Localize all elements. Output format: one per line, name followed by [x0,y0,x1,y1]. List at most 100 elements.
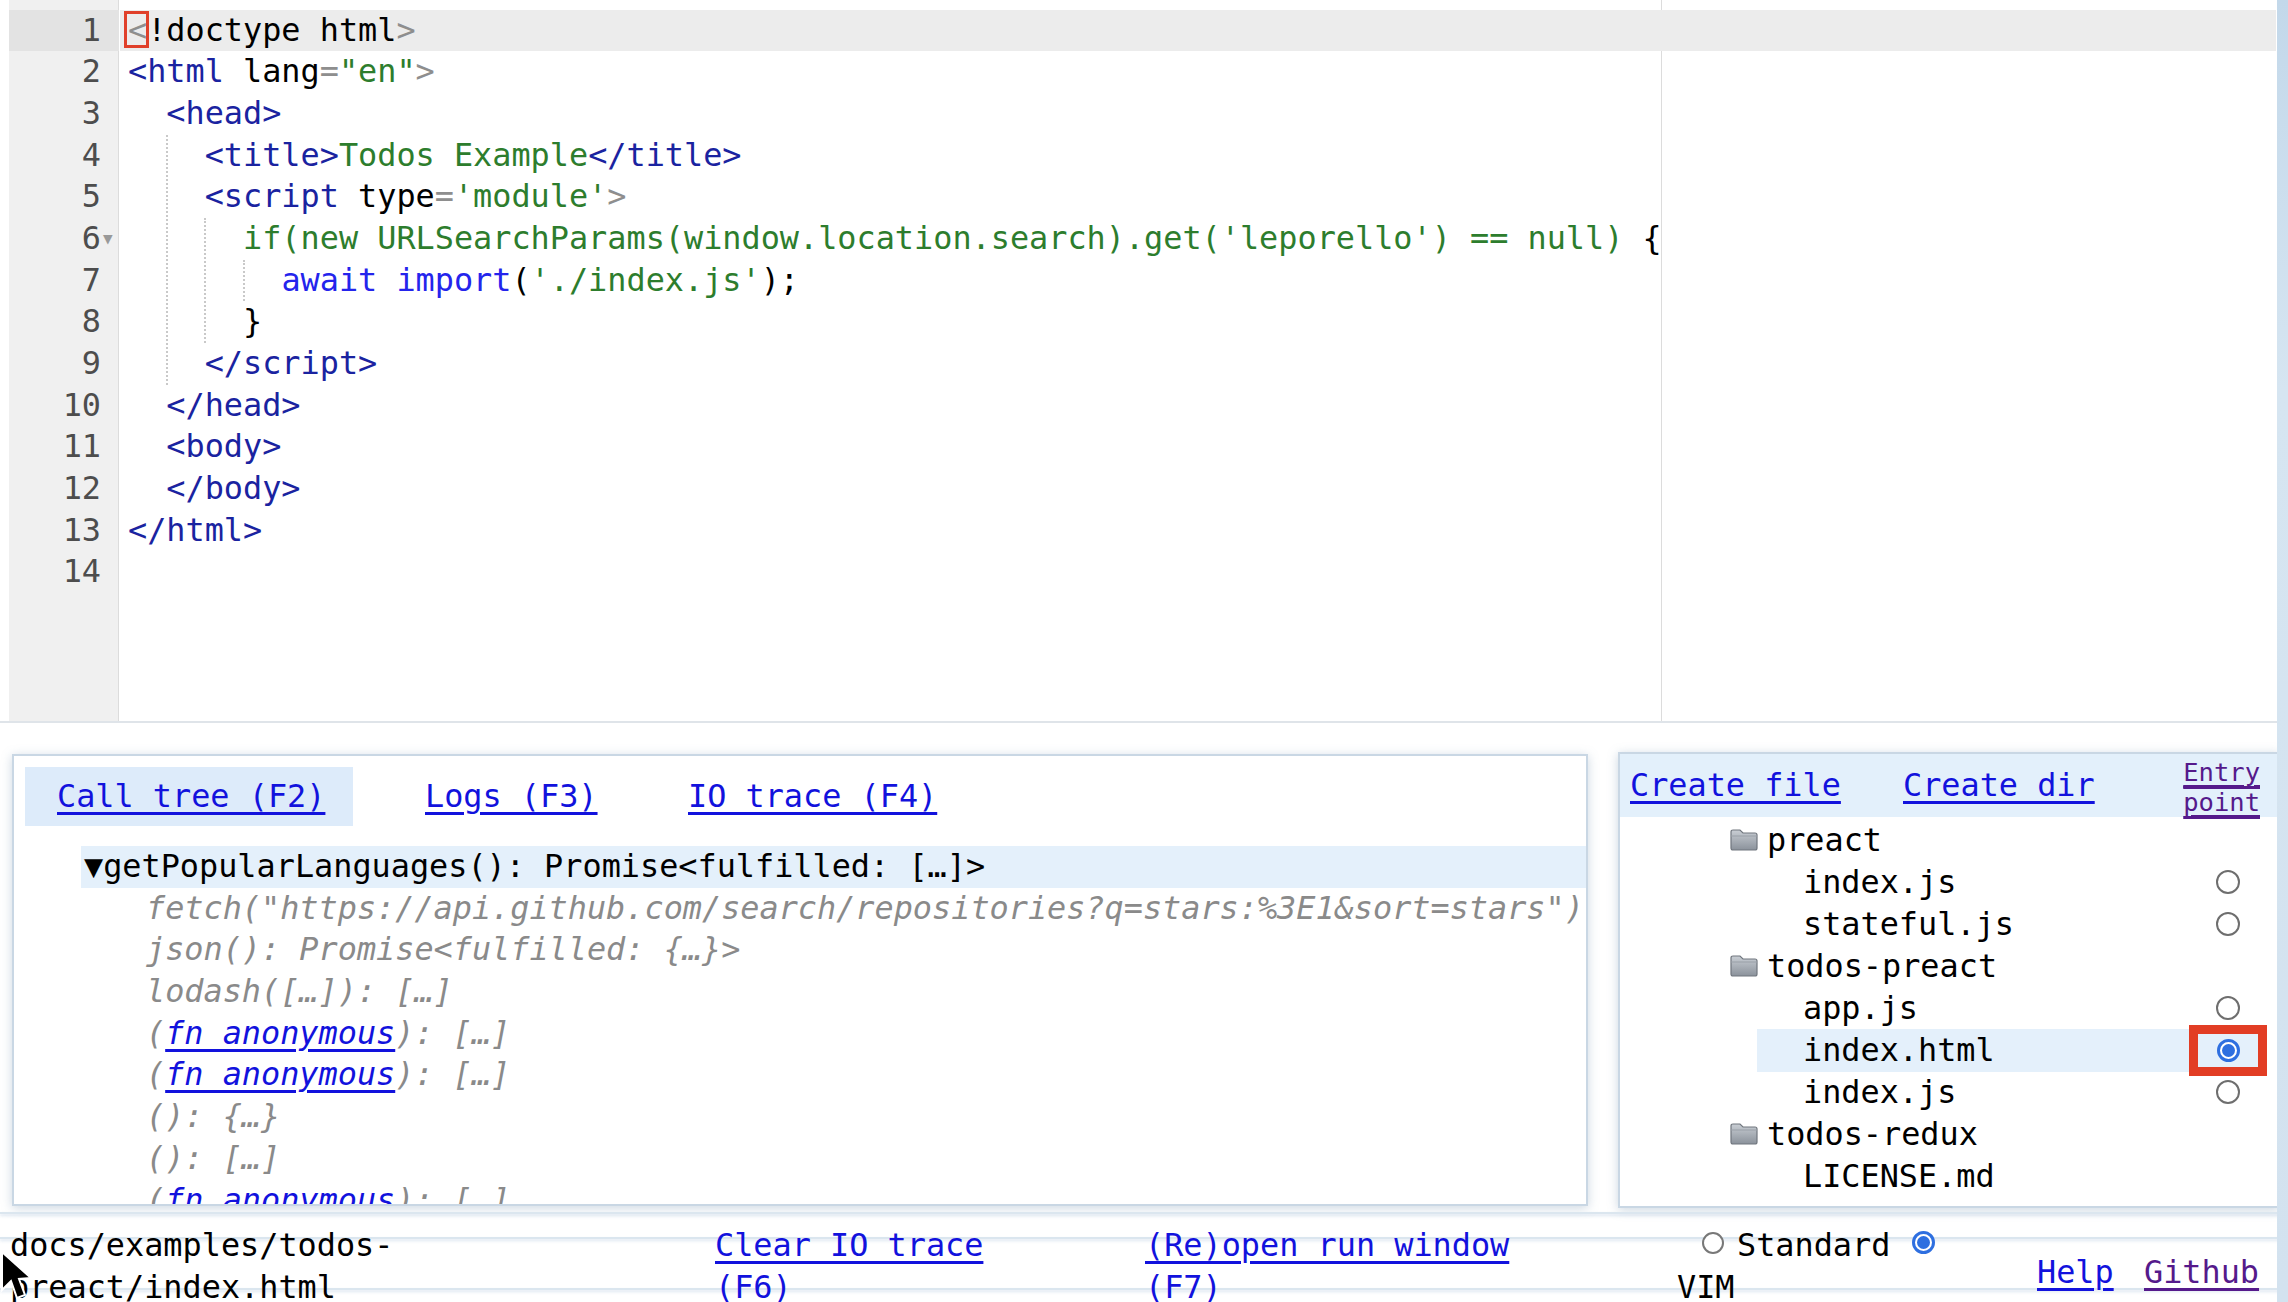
code-line[interactable]: </html> [128,510,1662,552]
call-tree-row[interactable]: fetch("https://api.github.com/search/rep… [146,888,1586,930]
file-tree: preactindex.jsstateful.jstodos-preactapp… [1620,819,2278,1197]
reopen-run-window-button[interactable]: (Re)open run window [1145,1224,1509,1266]
window-right-edge [2277,0,2288,1302]
fold-arrow-icon[interactable]: ▼ [103,218,127,260]
github-link[interactable]: Github [2144,1251,2259,1293]
code-line[interactable]: <html lang="en"> [128,51,1662,93]
call-tree-row[interactable]: (fn_anonymous): […] [146,1180,1586,1207]
file-name: todos-preact [1767,945,1997,987]
tab-logs[interactable]: Logs (F3) [425,767,598,826]
mouse-cursor [0,1250,36,1302]
line-number: 13 [9,510,101,552]
file-tree-row-todos-preact[interactable]: todos-preact [1620,945,2278,987]
folder-icon [1730,1122,1758,1145]
code-line[interactable]: </body> [128,468,1662,510]
line-number: 6▼ [9,218,101,260]
code-line[interactable]: <head> [128,93,1662,135]
anonymous-function-link[interactable]: fn_anonymous [165,1014,395,1052]
file-name: LICENSE.md [1803,1155,1995,1197]
entry-point-radio-unchecked[interactable] [2216,912,2240,936]
call-tree-row[interactable]: (fn_anonymous): […] [146,1054,1586,1096]
file-name: index.js [1803,1071,1956,1113]
entry-point-radio-unchecked[interactable] [2216,1080,2240,1104]
call-tree-row[interactable]: (fn_anonymous): […] [146,1013,1586,1055]
code-line[interactable]: <!doctype html> [128,10,1662,52]
keybindings-vim-label: VIM [1677,1266,1735,1302]
clear-io-trace-button[interactable]: Clear IO trace [715,1224,983,1266]
line-number: 11 [9,426,101,468]
file-name: index.js [1803,861,1956,903]
file-tree-row-preact[interactable]: preact [1620,819,2278,861]
code-line[interactable]: <script type='module'> [128,176,1662,218]
anonymous-function-link[interactable]: fn_anonymous [165,1181,395,1207]
separator [0,1288,2288,1290]
call-tree-row[interactable]: (): {…} [146,1096,1586,1138]
file-tree-row-app.js[interactable]: app.js [1620,987,2278,1029]
file-tree-row-LICENSE.md[interactable]: LICENSE.md [1620,1155,2278,1197]
file-name: todos-redux [1767,1113,1978,1155]
file-panel-header: Create file Create dir Entry point [1620,754,2278,817]
separator [0,1212,2288,1214]
call-tree-panel: Call tree (F2) Logs (F3) IO trace (F4) ▼… [12,754,1588,1206]
line-number: 3 [9,93,101,135]
file-tree-row-index.js[interactable]: index.js [1620,861,2278,903]
current-file-path-line2: preact/index.html [10,1266,336,1302]
entry-point-attention-box [2189,1025,2267,1076]
code-line[interactable]: </head> [128,385,1662,427]
help-link[interactable]: Help [2037,1251,2114,1293]
create-file-button[interactable]: Create file [1630,754,1841,817]
keybindings-standard-radio[interactable] [1702,1232,1724,1254]
code-line[interactable]: await import('./index.js'); [128,260,1662,302]
file-name: stateful.js [1803,903,2014,945]
entry-point-header[interactable]: Entry point [2183,757,2260,817]
current-file-path-line1: docs/examples/todos- [10,1224,393,1266]
code-line[interactable]: } [128,301,1662,343]
file-tree-row-index.html[interactable]: index.html [1620,1029,2278,1071]
call-tree: ▼getPopularLanguages(): Promise<fulfille… [14,846,1586,1206]
status-bar: docs/examples/todos- preact/index.html C… [0,1206,2288,1302]
call-tree-row[interactable]: (): […] [146,1138,1586,1180]
code-editor[interactable]: 123456▼7891011121314 <!doctype html><htm… [0,0,2288,723]
line-number: 5 [9,176,101,218]
file-name: app.js [1803,987,1918,1029]
line-number: 8 [9,301,101,343]
file-name: preact [1767,819,1882,861]
line-number: 12 [9,468,101,510]
reopen-run-window-button-f7[interactable]: (F7) [1145,1266,1222,1302]
line-numbers: 123456▼7891011121314 [9,10,101,594]
line-number: 10 [9,385,101,427]
call-tree-row[interactable]: lodash([…]): […] [146,971,1586,1013]
code-line[interactable]: <body> [128,426,1662,468]
editor-gutter[interactable]: 123456▼7891011121314 [9,0,119,723]
file-name: index.html [1803,1029,1995,1071]
line-number: 7 [9,260,101,302]
code-line[interactable]: if(new URLSearchParams(window.location.s… [128,218,1662,260]
create-dir-button[interactable]: Create dir [1903,754,2095,817]
tab-call-tree[interactable]: Call tree (F2) [57,767,325,826]
folder-icon [1730,828,1758,851]
entry-point-radio-unchecked[interactable] [2216,996,2240,1020]
call-tree-row[interactable]: json(): Promise<fulfilled: {…}> [146,929,1586,971]
matching-bracket-error-box [124,11,149,48]
clear-io-trace-button-f6[interactable]: (F6) [715,1266,792,1302]
code-line[interactable] [128,551,1662,593]
line-number: 14 [9,551,101,593]
keybindings-standard-label: Standard [1737,1224,1890,1266]
call-tree-row[interactable]: ▼getPopularLanguages(): Promise<fulfille… [81,846,1586,888]
line-number: 9 [9,343,101,385]
line-number: 2 [9,51,101,93]
file-tree-row-index.js[interactable]: index.js [1620,1071,2278,1113]
entry-point-radio-unchecked[interactable] [2216,870,2240,894]
file-tree-panel: Create file Create dir Entry point preac… [1618,752,2280,1208]
code-line[interactable]: </script> [128,343,1662,385]
anonymous-function-link[interactable]: fn_anonymous [165,1055,395,1093]
code-lines[interactable]: <!doctype html><html lang="en"> <head> <… [128,10,1662,594]
code-line[interactable]: <title>Todos Example</title> [128,135,1662,177]
line-number: 1 [9,10,101,52]
file-tree-row-todos-redux[interactable]: todos-redux [1620,1113,2278,1155]
keybindings-vim-radio[interactable] [1912,1231,1935,1254]
file-tree-row-stateful.js[interactable]: stateful.js [1620,903,2278,945]
folder-icon [1730,954,1758,977]
tab-io-trace[interactable]: IO trace (F4) [688,767,937,826]
line-number: 4 [9,135,101,177]
